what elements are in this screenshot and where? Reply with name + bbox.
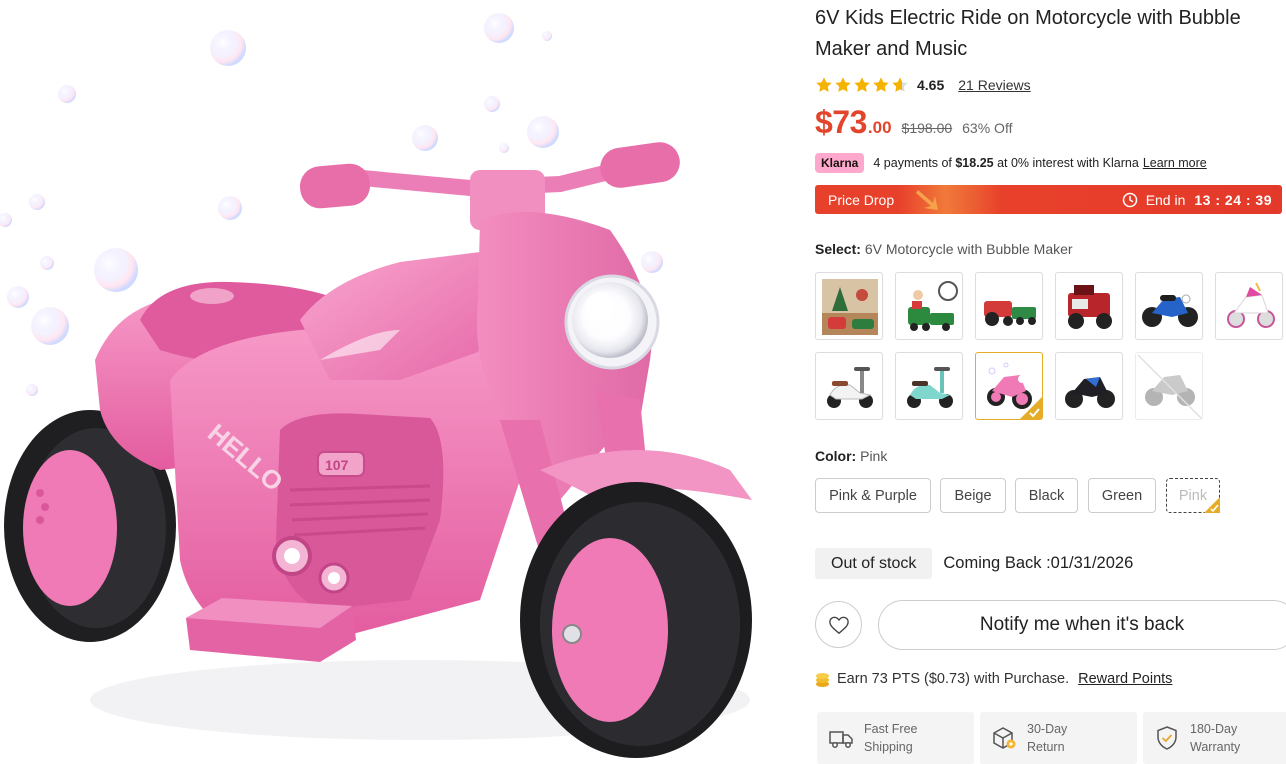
truck-icon — [829, 731, 853, 748]
reward-points-link[interactable]: Reward Points — [1078, 671, 1172, 687]
down-arrow-icon — [916, 190, 938, 210]
color-value: Pink — [860, 448, 888, 464]
motorcycle-thumb-icon — [1065, 375, 1115, 408]
perk-free-shipping: Fast Free Shipping — [817, 712, 974, 764]
perk-line2: Warranty — [1190, 740, 1241, 754]
color-option-beige[interactable]: Beige — [940, 478, 1006, 513]
discount-label: 63% Off — [962, 120, 1013, 136]
points-row: Earn 73 PTS ($0.73) with Purchase. Rewar… — [815, 668, 1172, 690]
color-option-pink-label: Pink — [1178, 487, 1208, 504]
scene-thumb-icon — [822, 279, 878, 335]
thumb-scooter-mint[interactable] — [895, 352, 963, 420]
countdown: End in 13 : 24 : 39 — [1122, 192, 1272, 208]
star-icon — [873, 77, 889, 92]
motorcycle-thumb-icon — [1137, 354, 1202, 419]
price-cents: .00 — [867, 118, 892, 137]
color-option-pink-purple[interactable]: Pink & Purple — [815, 478, 931, 513]
perk-line1: 30-Day — [1027, 722, 1068, 736]
klarna-row: Klarna 4 payments of $18.25 at 0% intere… — [815, 152, 1207, 174]
rating-value: 4.65 — [917, 77, 945, 93]
perk-text: 30-Day Return — [1027, 720, 1067, 756]
thumb-tractor-red[interactable] — [975, 272, 1043, 340]
thumb-train[interactable] — [895, 272, 963, 340]
thumb-motorcycle-black-blue[interactable] — [1055, 352, 1123, 420]
star-icon — [854, 77, 870, 92]
price-drop-banner: Price Drop End in 13 : 24 : 39 — [815, 185, 1282, 214]
tractor-thumb-icon — [984, 301, 1036, 326]
clock-icon — [1122, 192, 1137, 207]
out-of-stock-badge: Out of stock — [815, 548, 933, 579]
color-select-label: Color: Pink — [815, 448, 887, 464]
scooter-thumb-icon — [907, 367, 953, 408]
heart-icon — [828, 616, 849, 634]
front-wheel — [520, 482, 752, 758]
klarna-badge: Klarna — [815, 153, 865, 173]
notify-me-button[interactable]: Notify me when it's back — [878, 600, 1286, 650]
reviews-link[interactable]: 21 Reviews — [958, 77, 1030, 93]
thumb-holiday-set[interactable] — [815, 272, 883, 340]
perk-return: 30-Day Return — [980, 712, 1137, 764]
thumb-unicorn-bike[interactable] — [1215, 272, 1283, 340]
klarna-amount: $18.25 — [955, 156, 994, 170]
star-icon — [816, 77, 832, 92]
perk-line2: Shipping — [864, 740, 913, 754]
selected-check-icon — [1204, 497, 1220, 513]
half-star-icon — [892, 77, 908, 92]
tractor-thumb-icon — [1068, 285, 1112, 329]
perk-warranty: 180-Day Warranty — [1143, 712, 1286, 764]
color-label: Color: — [815, 448, 857, 464]
product-info-panel: 6V Kids Electric Ride on Motorcycle with… — [815, 0, 1286, 764]
select-label: Select: — [815, 241, 861, 257]
thumb-motorcycle-gray[interactable] — [1135, 352, 1203, 420]
motorcycle-thumb-icon — [1227, 282, 1275, 328]
wishlist-button[interactable] — [815, 601, 862, 648]
perk-line1: 180-Day — [1190, 722, 1238, 736]
price-dollars: $73 — [815, 104, 867, 140]
coins-icon — [816, 672, 829, 687]
original-price: $198.00 — [901, 120, 953, 136]
color-option-green[interactable]: Green — [1088, 478, 1156, 513]
perk-text: Fast Free Shipping — [864, 720, 918, 756]
countdown-timer: 13 : 24 : 39 — [1194, 191, 1272, 208]
perk-line1: Fast Free — [864, 722, 918, 736]
klarna-learn-more-link[interactable]: Learn more — [1143, 156, 1207, 170]
scooter-thumb-icon — [827, 367, 873, 408]
thumb-motorcycle-pink[interactable] — [975, 352, 1043, 420]
thumb-tractor-trailer[interactable] — [1055, 272, 1123, 340]
handlebar — [299, 142, 680, 230]
svg-text:107: 107 — [325, 457, 349, 473]
box-return-icon — [993, 727, 1016, 749]
klarna-text-before: 4 payments of — [873, 156, 952, 170]
stock-status-row: Out of stock Coming Back :01/31/2026 — [815, 548, 1133, 579]
color-option-black[interactable]: Black — [1015, 478, 1078, 513]
star-icon — [835, 77, 851, 92]
motorcycle-thumb-icon — [1142, 294, 1198, 327]
end-in-label: End in — [1145, 191, 1186, 208]
shield-check-icon — [1157, 726, 1177, 750]
coming-back-date: Coming Back :01/31/2026 — [943, 554, 1134, 572]
perk-text: 180-Day Warranty — [1190, 720, 1240, 756]
product-image[interactable]: 107 HELLO — [0, 0, 800, 759]
select-value: 6V Motorcycle with Bubble Maker — [864, 241, 1073, 257]
rating-stars — [815, 76, 909, 94]
color-option-pink[interactable]: Pink — [1166, 478, 1220, 513]
rating-row: 4.65 21 Reviews — [815, 74, 1031, 96]
style-select-label: Select: 6V Motorcycle with Bubble Maker — [815, 241, 1073, 257]
train-thumb-icon — [908, 281, 958, 331]
points-text: Earn 73 PTS ($0.73) with Purchase. — [837, 671, 1070, 687]
selected-check-icon — [1020, 397, 1042, 419]
perk-line2: Return — [1027, 740, 1065, 754]
thumb-scooter-white[interactable] — [815, 352, 883, 420]
thumb-motorcycle-blue[interactable] — [1135, 272, 1203, 340]
price-drop-label: Price Drop — [828, 191, 895, 208]
product-title: 6V Kids Electric Ride on Motorcycle with… — [815, 7, 1241, 60]
pink-motorcycle-illustration: 107 HELLO — [0, 13, 752, 758]
klarna-text-after: at 0% interest with Klarna — [997, 156, 1139, 170]
price-row: $73 .00 $198.00 63% Off — [815, 104, 1012, 141]
